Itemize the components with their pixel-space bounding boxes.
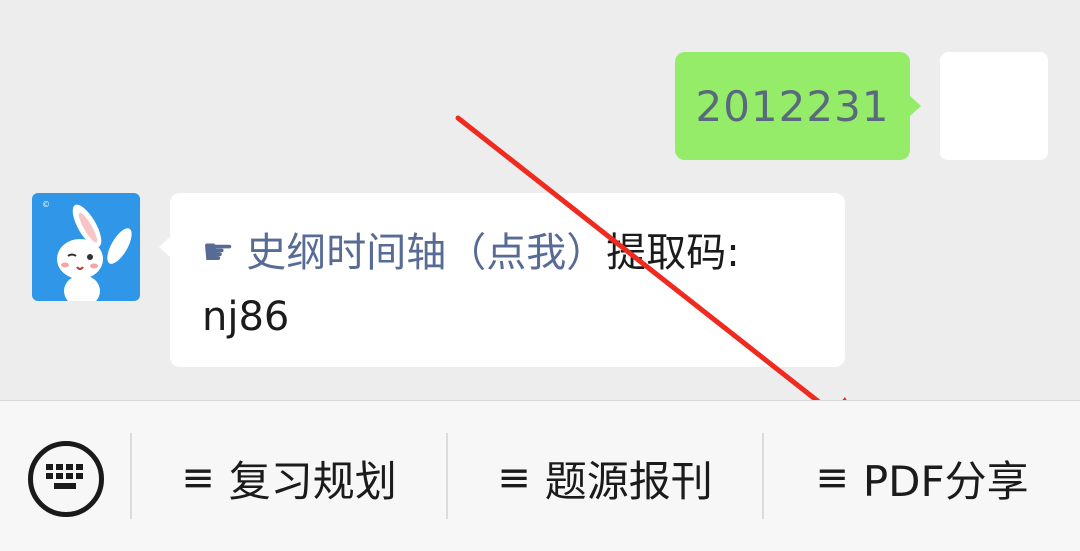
outgoing-message-bubble[interactable]: 2012231 [675,52,921,160]
menu-review-plan[interactable]: ≡ 复习规划 [132,446,446,510]
outgoing-message-text: 2012231 [695,81,890,131]
bottom-menu-bar: ≡ 复习规划 ≡ 题源报刊 ≡ PDF分享 [0,400,1080,551]
keyboard-toggle-button[interactable] [28,441,104,517]
menu-lines-icon: ≡ [497,455,531,501]
menu-exam-sources[interactable]: ≡ 题源报刊 [448,446,762,510]
menu-label: 题源报刊 [544,456,713,506]
extraction-code-label: 提取码: [606,230,740,276]
chat-area: 2012231 © ☛ 史纲时间轴（点我）提取码: nj86 [0,0,1080,400]
menu-lines-icon: ≡ [181,455,215,501]
keyboard-icon [46,464,83,489]
menu-lines-icon: ≡ [815,455,849,501]
sender-avatar[interactable]: © [32,193,140,301]
menu-label: PDF分享 [862,456,1029,506]
self-avatar[interactable] [940,52,1048,160]
pointing-hand-icon: ☛ [202,232,235,273]
timeline-link[interactable]: 史纲时间轴（点我） [246,230,606,276]
menu-label: 复习规划 [228,456,397,506]
message-line-1: ☛ 史纲时间轴（点我）提取码: [202,221,815,285]
bunny-avatar-icon: © [42,200,132,301]
message-line-2: nj86 [202,294,290,340]
incoming-message-bubble: ☛ 史纲时间轴（点我）提取码: nj86 [159,193,845,367]
svg-text:©: © [42,200,50,209]
menu-pdf-share[interactable]: ≡ PDF分享 [764,446,1080,510]
